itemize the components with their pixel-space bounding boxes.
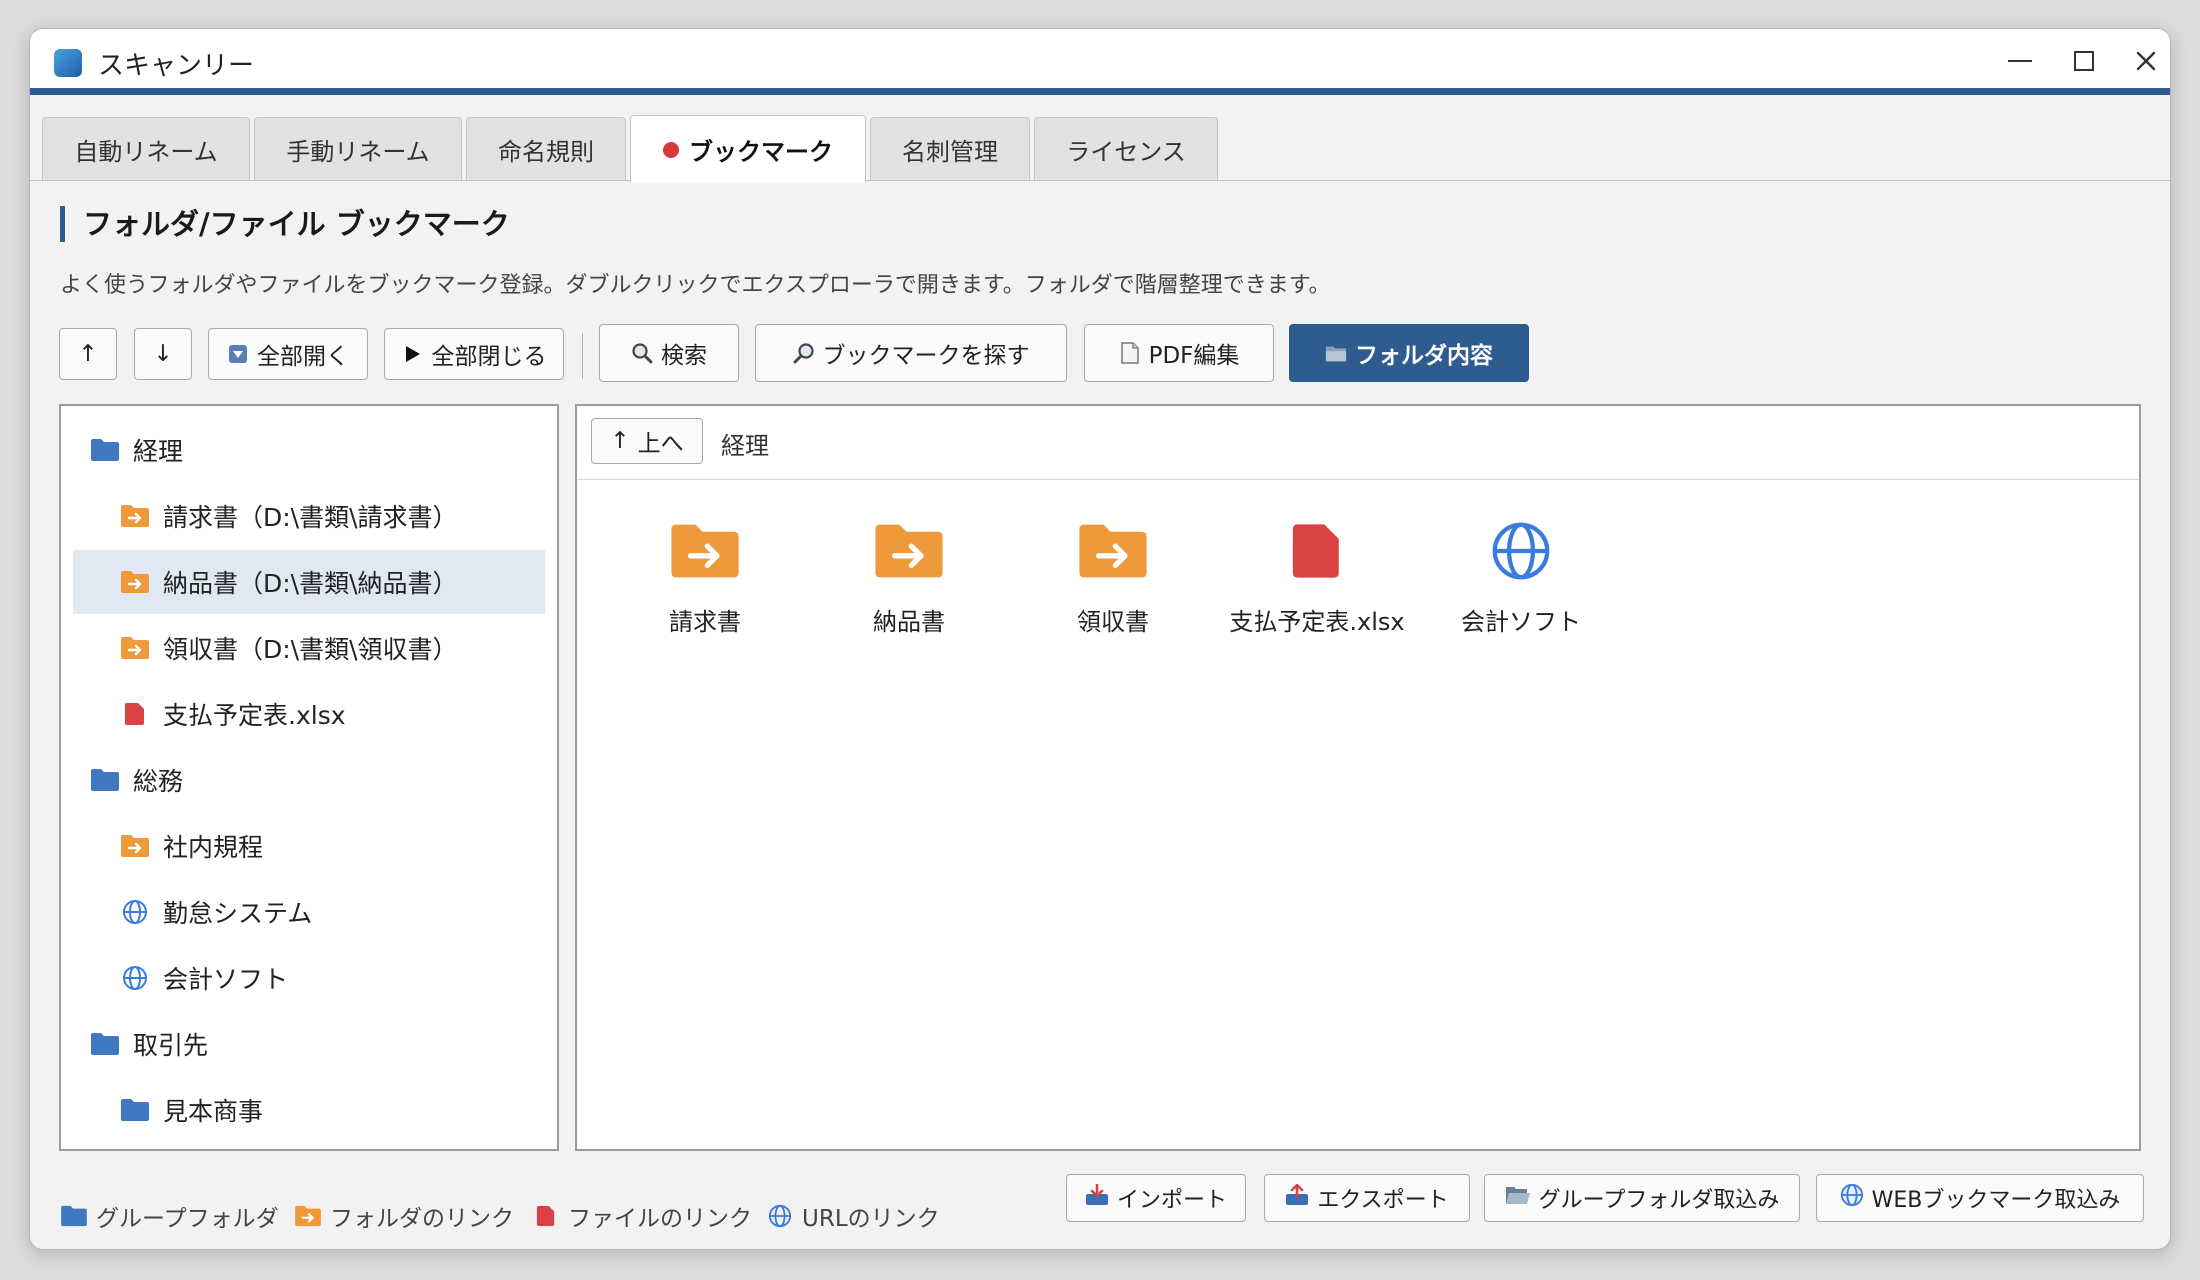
group-folder-icon — [89, 1030, 121, 1058]
group-folder-icon — [89, 436, 121, 464]
outbox-icon — [1285, 1183, 1309, 1212]
active-dot-icon — [663, 141, 679, 158]
tile-payment-schedule[interactable]: 支払予定表.xlsx — [1227, 516, 1407, 656]
app-icon — [54, 49, 82, 77]
move-down-button[interactable]: ↓ — [134, 328, 192, 380]
arrow-up-icon: ↑ — [610, 428, 630, 454]
move-up-button[interactable]: ↑ — [59, 328, 117, 380]
open-folder-icon — [1505, 1184, 1531, 1212]
expand-icon — [227, 343, 249, 365]
folder-link-icon — [1073, 516, 1153, 586]
legend-group-folder: グループフォルダ — [60, 1199, 279, 1233]
tab-auto-rename[interactable]: 自動リネーム — [42, 117, 250, 181]
legend-file-link: ファイルのリンク — [532, 1199, 752, 1233]
tab-license[interactable]: ライセンス — [1034, 117, 1218, 181]
tile-accounting-software[interactable]: 会計ソフト — [1431, 516, 1611, 656]
tree-item-internal-rules[interactable]: 社内規程 — [73, 814, 545, 878]
export-button[interactable]: エクスポート — [1264, 1174, 1470, 1222]
maximize-icon — [2074, 51, 2094, 71]
section-title: フォルダ/ファイル ブックマーク — [60, 206, 510, 242]
tile-delivery-note[interactable]: 納品書 — [819, 516, 999, 656]
window-title: スキャンリー — [98, 51, 255, 81]
section-description: よく使うフォルダやファイルをブックマーク登録。ダブルクリックでエクスプローラで開… — [60, 273, 1331, 298]
legend-url-link: URLのリンク — [766, 1199, 940, 1233]
globe-icon — [1481, 516, 1561, 586]
document-icon — [1119, 342, 1141, 364]
import-group-folder-button[interactable]: グループフォルダ取込み — [1484, 1174, 1800, 1222]
close-icon — [2136, 51, 2156, 71]
folder-contents-panel[interactable]: ↑ 上へ 経理 請求書 納品書 領収書 支払予定表.xlsx 会計ソフト — [575, 404, 2141, 1151]
folder-link-icon — [869, 516, 949, 586]
tab-divider — [30, 180, 2170, 181]
tree-item-accounting-software[interactable]: 会計ソフト — [73, 946, 545, 1010]
file-link-icon — [1277, 516, 1357, 586]
tab-bookmarks[interactable]: ブックマーク — [630, 115, 866, 183]
app-window: スキャンリー 自動リネーム 手動リネーム 命名規則 ブックマーク 名刺管理 ライ… — [29, 28, 2171, 1250]
folder-link-icon — [119, 568, 151, 596]
content-divider — [577, 479, 2139, 480]
file-link-icon — [532, 1203, 560, 1229]
toolbar-separator — [582, 333, 583, 379]
find-bookmark-button[interactable]: ブックマークを探す — [755, 324, 1067, 382]
expand-all-button[interactable]: 全部開く — [208, 328, 368, 380]
minimize-icon — [2008, 60, 2032, 62]
search-icon — [631, 342, 653, 364]
folder-icon — [1325, 342, 1347, 364]
maximize-button[interactable] — [2060, 39, 2108, 83]
minimize-button[interactable] — [1996, 39, 2044, 83]
magnifier-icon — [793, 342, 815, 364]
inbox-icon — [1085, 1183, 1109, 1212]
folder-contents-button[interactable]: フォルダ内容 — [1289, 324, 1529, 382]
group-folder-icon — [119, 1096, 151, 1124]
globe-icon — [1840, 1183, 1864, 1213]
folder-link-icon — [294, 1203, 322, 1229]
tree-group-sample-trading[interactable]: 見本商事 — [73, 1078, 545, 1142]
tree-item-payment-schedule[interactable]: 支払予定表.xlsx — [73, 682, 545, 746]
tree-item-invoice[interactable]: 請求書（D:\書類\請求書） — [73, 484, 545, 548]
close-button[interactable] — [2122, 39, 2170, 83]
tab-naming-rules[interactable]: 命名規則 — [466, 117, 626, 181]
collapse-all-button[interactable]: 全部閉じる — [384, 328, 564, 380]
go-up-button[interactable]: ↑ 上へ — [591, 418, 703, 464]
folder-link-icon — [119, 502, 151, 530]
legend-folder-link: フォルダのリンク — [294, 1199, 514, 1233]
globe-icon — [766, 1203, 794, 1229]
folder-link-icon — [119, 634, 151, 662]
tab-manual-rename[interactable]: 手動リネーム — [254, 117, 462, 181]
tree-group-clients[interactable]: 取引先 — [73, 1012, 545, 1076]
tree-item-receipt[interactable]: 領収書（D:\書類\領収書） — [73, 616, 545, 680]
file-link-icon — [119, 700, 151, 728]
tree-item-delivery-note[interactable]: 納品書（D:\書類\納品書） — [73, 550, 545, 614]
tab-business-cards[interactable]: 名刺管理 — [870, 117, 1030, 181]
search-button[interactable]: 検索 — [599, 324, 739, 382]
pdf-edit-button[interactable]: PDF編集 — [1084, 324, 1274, 382]
tree-item-attendance-system[interactable]: 勤怠システム — [73, 880, 545, 944]
tile-invoice[interactable]: 請求書 — [615, 516, 795, 656]
import-button[interactable]: インポート — [1066, 1174, 1246, 1222]
globe-icon — [119, 898, 151, 926]
tile-receipt[interactable]: 領収書 — [1023, 516, 1203, 656]
globe-icon — [119, 964, 151, 992]
play-icon — [402, 343, 424, 365]
group-folder-icon — [89, 766, 121, 794]
group-folder-icon — [60, 1203, 88, 1229]
folder-link-icon — [119, 832, 151, 860]
folder-link-icon — [665, 516, 745, 586]
import-web-bookmarks-button[interactable]: WEBブックマーク取込み — [1816, 1174, 2144, 1222]
current-path: 経理 — [721, 432, 769, 460]
tree-group-accounting[interactable]: 経理 — [73, 418, 545, 482]
title-bar: スキャンリー — [30, 29, 2170, 95]
tree-group-general-affairs[interactable]: 総務 — [73, 748, 545, 812]
bookmark-tree[interactable]: 経理 請求書（D:\書類\請求書） 納品書（D:\書類\納品書） 領収書（D:\… — [59, 404, 559, 1151]
